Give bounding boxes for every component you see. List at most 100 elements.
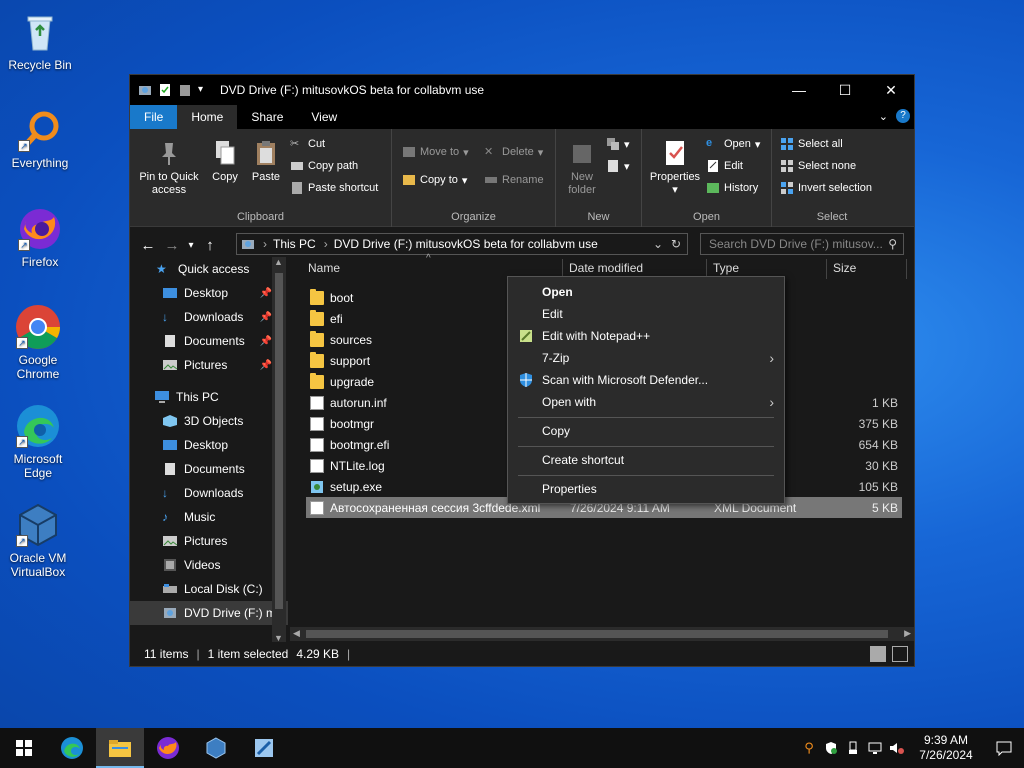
nav-quick-pictures[interactable]: Pictures 📌 <box>130 353 288 377</box>
tab-view[interactable]: View <box>297 105 351 129</box>
minimize-button[interactable]: — <box>776 75 822 105</box>
copy-button[interactable]: Copy <box>206 139 244 184</box>
nav-local-disk[interactable]: Local Disk (C:) <box>130 577 288 601</box>
move-to-button[interactable]: Move to ▾ <box>402 145 469 159</box>
recent-locations-button[interactable]: ▾ <box>184 240 198 251</box>
desktop-icon-edge[interactable]: ↗ Microsoft Edge <box>0 402 76 480</box>
new-folder-button[interactable]: New folder <box>562 139 602 197</box>
start-button[interactable] <box>0 728 48 768</box>
menu-item-open-with[interactable]: Open with › <box>508 391 784 413</box>
menu-item-create-shortcut[interactable]: Create shortcut <box>508 449 784 471</box>
scroll-up-icon[interactable]: ▲ <box>274 257 283 267</box>
copy-path-button[interactable]: Copy path <box>290 159 358 173</box>
taskbar-virtualbox-button[interactable] <box>192 728 240 768</box>
close-button[interactable]: ✕ <box>868 75 914 105</box>
delete-button[interactable]: ✕ Delete ▾ <box>484 145 543 159</box>
column-size[interactable]: Size <box>833 261 856 275</box>
new-folder-icon[interactable] <box>178 83 192 97</box>
paste-shortcut-button[interactable]: Paste shortcut <box>290 181 378 195</box>
nav-dvd-drive[interactable]: DVD Drive (F:) m <box>130 601 288 625</box>
menu-item-scan-defender[interactable]: Scan with Microsoft Defender... <box>508 369 784 391</box>
nav-quick-downloads[interactable]: ↓ Downloads 📌 <box>130 305 288 329</box>
taskbar-file-explorer-button[interactable] <box>96 728 144 768</box>
menu-item-properties[interactable]: Properties <box>508 478 784 500</box>
tab-share[interactable]: Share <box>237 105 297 129</box>
column-name[interactable]: Name <box>308 261 340 275</box>
history-button[interactable]: History <box>706 181 758 195</box>
new-item-button[interactable]: ▾ <box>606 137 630 151</box>
refresh-icon[interactable]: ↻ <box>671 237 681 251</box>
menu-item-open[interactable]: Open <box>508 281 784 303</box>
breadcrumb-this-pc[interactable]: This PC <box>273 237 316 251</box>
desktop-icon-chrome[interactable]: ↗ Google Chrome <box>0 303 76 381</box>
nav-downloads[interactable]: ↓ Downloads <box>130 481 288 505</box>
menu-item-copy[interactable]: Copy <box>508 420 784 442</box>
scroll-thumb[interactable] <box>275 273 283 609</box>
select-all-button[interactable]: Select all <box>780 137 843 151</box>
large-icons-view-button[interactable] <box>892 646 908 662</box>
paste-button[interactable]: Paste <box>248 139 284 184</box>
desktop-icon-virtualbox[interactable]: ↗ Oracle VM VirtualBox <box>0 501 76 579</box>
nav-music[interactable]: ♪ Music <box>130 505 288 529</box>
desktop-icon-firefox[interactable]: ↗ Firefox <box>2 205 78 269</box>
ribbon-expand-icon[interactable]: ⌄ <box>879 110 888 123</box>
nav-quick-access[interactable]: ★ Quick access <box>130 257 288 281</box>
nav-documents[interactable]: Documents <box>130 457 288 481</box>
menu-item-edit[interactable]: Edit <box>508 303 784 325</box>
volume-muted-tray-icon[interactable] <box>886 728 908 768</box>
menu-item-7zip[interactable]: 7-Zip › <box>508 347 784 369</box>
select-none-button[interactable]: Select none <box>780 159 856 173</box>
chevron-down-icon[interactable]: ▾ <box>198 83 212 97</box>
taskbar-edge-button[interactable] <box>48 728 96 768</box>
column-divider[interactable] <box>906 259 907 279</box>
nav-pictures[interactable]: Pictures <box>130 529 288 553</box>
column-type[interactable]: Type <box>713 261 739 275</box>
nav-quick-documents[interactable]: Documents 📌 <box>130 329 288 353</box>
nav-scrollbar[interactable]: ▲ ▼ <box>272 257 286 643</box>
search-input[interactable]: Search DVD Drive (F:) mitusov... <box>709 237 883 251</box>
notification-center-button[interactable] <box>984 728 1024 768</box>
horizontal-scrollbar[interactable]: ◀ ▶ <box>290 627 914 641</box>
cut-button[interactable]: ✂ Cut <box>290 137 325 151</box>
scroll-right-icon[interactable]: ▶ <box>904 628 911 639</box>
network-tray-icon[interactable] <box>864 728 886 768</box>
properties-button[interactable]: Properties ▾ <box>646 139 704 197</box>
defender-tray-icon[interactable] <box>820 728 842 768</box>
scroll-left-icon[interactable]: ◀ <box>293 628 300 639</box>
up-button[interactable]: ↑ <box>198 237 222 254</box>
tab-home[interactable]: Home <box>177 105 238 129</box>
desktop-icon-everything[interactable]: ↗ Everything <box>2 106 78 170</box>
back-button[interactable]: ← <box>136 237 160 254</box>
invert-selection-button[interactable]: Invert selection <box>780 181 872 195</box>
taskbar-app-button[interactable] <box>240 728 288 768</box>
usb-tray-icon[interactable] <box>842 728 864 768</box>
edit-button[interactable]: Edit <box>706 159 743 173</box>
taskbar-firefox-button[interactable] <box>144 728 192 768</box>
menu-item-edit-notepadpp[interactable]: Edit with Notepad++ <box>508 325 784 347</box>
breadcrumb-dvd-drive[interactable]: DVD Drive (F:) mitusovkOS beta for colla… <box>334 237 598 251</box>
tab-file[interactable]: File <box>130 105 178 129</box>
nav-quick-desktop[interactable]: Desktop 📌 <box>130 281 288 305</box>
rename-button[interactable]: Rename <box>484 173 544 187</box>
title-bar[interactable]: ▾ DVD Drive (F:) mitusovkOS beta for col… <box>130 75 914 105</box>
column-divider[interactable] <box>826 259 827 279</box>
column-date[interactable]: Date modified <box>569 261 643 275</box>
pin-quick-access-button[interactable]: Pin to Quick access <box>136 139 202 197</box>
scroll-thumb[interactable] <box>306 630 888 638</box>
forward-button[interactable]: → <box>160 237 184 254</box>
details-view-button[interactable] <box>870 646 886 662</box>
desktop-icon-recycle-bin[interactable]: Recycle Bin <box>2 8 78 72</box>
everything-tray-icon[interactable]: ⚲ <box>798 728 820 768</box>
nav-desktop[interactable]: Desktop <box>130 433 288 457</box>
search-box[interactable]: Search DVD Drive (F:) mitusov... ⚲ <box>700 233 904 255</box>
easy-access-button[interactable]: ▾ <box>606 159 630 173</box>
help-icon[interactable]: ? <box>896 109 910 123</box>
nav-this-pc[interactable]: This PC <box>130 385 288 409</box>
chevron-down-icon[interactable]: ⌄ <box>653 237 663 251</box>
copy-to-button[interactable]: Copy to ▾ <box>402 173 467 187</box>
address-bar[interactable]: › This PC › DVD Drive (F:) mitusovkOS be… <box>236 233 688 255</box>
nav-videos[interactable]: Videos <box>130 553 288 577</box>
clock[interactable]: 9:39 AM 7/26/2024 <box>908 733 984 763</box>
maximize-button[interactable]: ☐ <box>822 75 868 105</box>
open-button[interactable]: e Open ▾ <box>706 137 760 151</box>
